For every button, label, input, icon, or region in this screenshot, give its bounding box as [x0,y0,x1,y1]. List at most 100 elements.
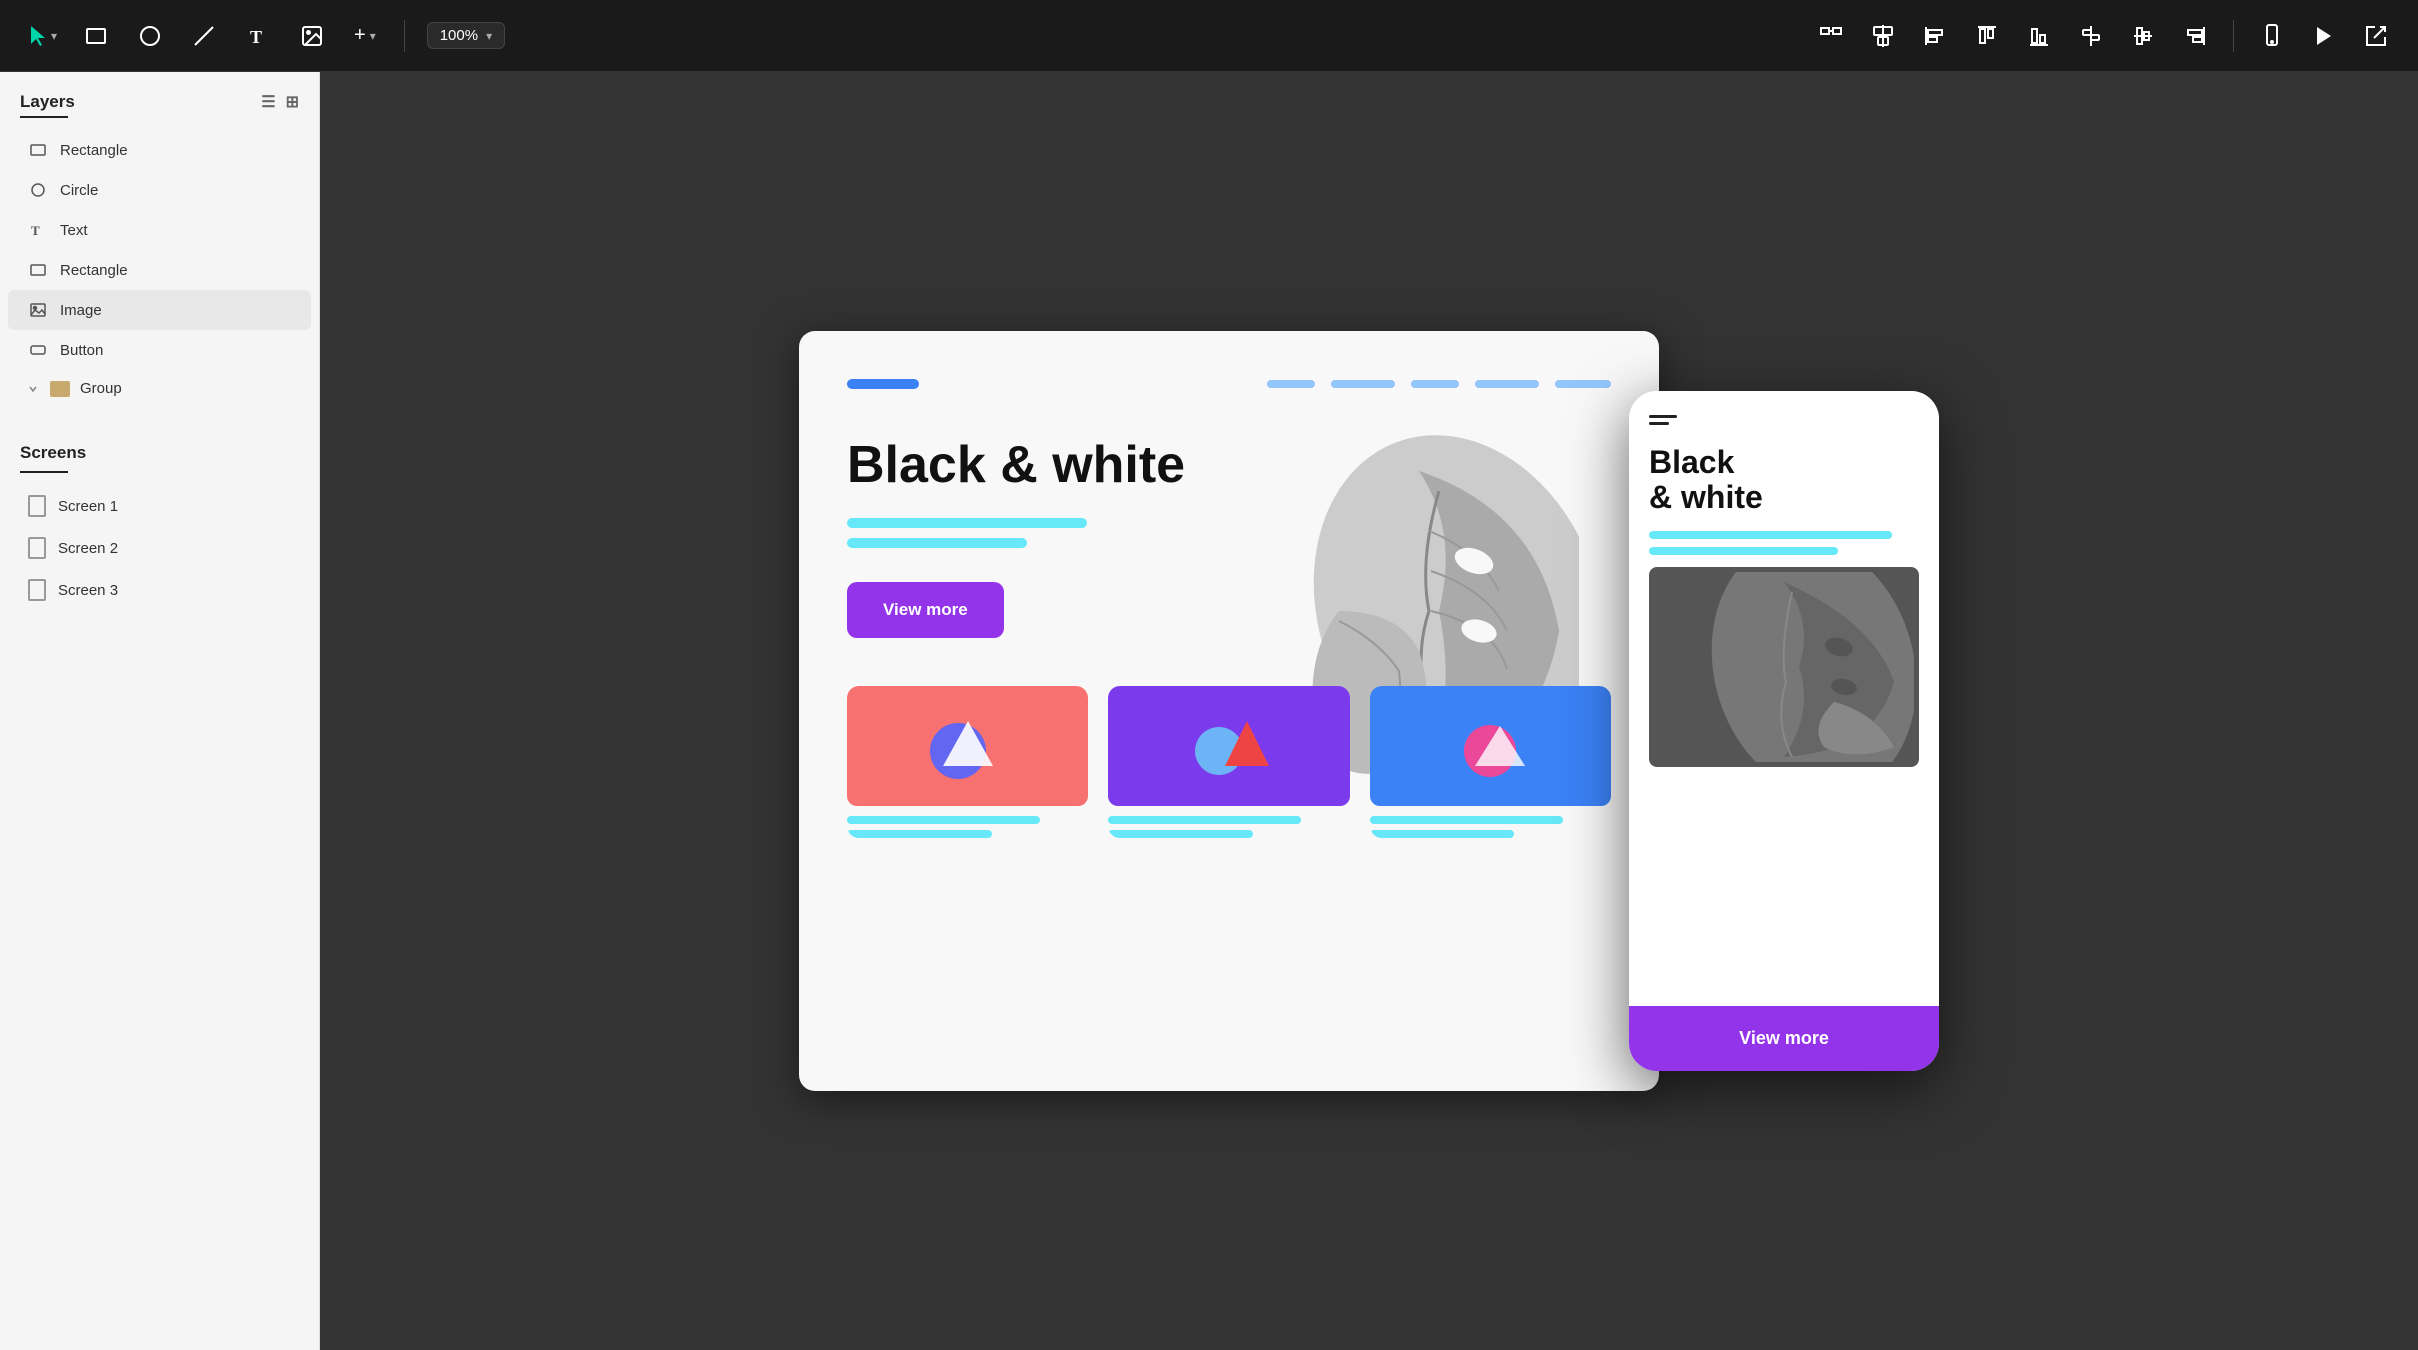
screen-1-icon [28,495,46,517]
align-top-tool[interactable] [1969,18,2005,54]
toolbar-divider-2 [2233,20,2234,52]
line-tool[interactable] [186,18,222,54]
toolbar-divider-1 [404,20,405,52]
align-left-tool[interactable] [1917,18,1953,54]
button-layer-icon [28,340,48,360]
nav-links [1267,380,1611,388]
canvas-inner: Black & white View more [799,331,1939,1091]
card-2 [1108,686,1349,838]
hero-title: Black & white [847,437,1611,494]
mobile-preview: Black & white [1629,391,1939,1071]
layer-item-text-label: Text [60,222,88,239]
align-center-v-tool[interactable] [2125,18,2161,54]
screens-underline [20,471,68,473]
layer-item-image[interactable]: Image [8,290,311,330]
card-3-bar-1 [1370,816,1563,824]
card-3-image [1370,686,1611,806]
design-nav [847,379,1611,389]
mobile-footer-button[interactable]: View more [1629,1006,1939,1071]
svg-text:T: T [31,223,40,238]
toolbar: ▾ T + ▾ 100% ▾ [0,0,2418,72]
mobile-leaf-image [1649,567,1919,767]
align-bottom-tool[interactable] [2021,18,2057,54]
add-tool[interactable]: + ▾ [348,18,382,54]
screen-item-3[interactable]: Screen 3 [8,569,311,611]
text-tool[interactable]: T [240,18,276,54]
mobile-text-bar-1 [1649,531,1892,539]
layer-item-text[interactable]: T Text [8,210,311,250]
zoom-dropdown-icon: ▾ [486,29,492,43]
nav-logo [847,379,919,389]
rectangle-tool[interactable] [78,18,114,54]
align-center-h-tool[interactable] [1865,18,1901,54]
screen-2-label: Screen 2 [58,540,118,557]
layer-item-circle-label: Circle [60,182,98,199]
zoom-value: 100% [440,27,478,44]
main-area: Layers ☰ ⊞ Rectangle Circle [0,72,2418,1350]
layer-item-button[interactable]: Button [8,330,311,370]
circle-tool[interactable] [132,18,168,54]
group-chevron-icon [28,383,40,395]
layer-item-button-label: Button [60,342,103,359]
layers-grid-icon[interactable]: ⊞ [286,92,299,112]
mobile-view-more-label: View more [1739,1028,1829,1048]
view-more-button[interactable]: View more [847,582,1004,638]
card-1-bar-1 [847,816,1040,824]
play-button[interactable] [2306,18,2342,54]
sidebar: Layers ☰ ⊞ Rectangle Circle [0,72,320,1350]
rectangle-layer-icon [28,140,48,160]
align-right-tool[interactable] [2177,18,2213,54]
layers-underline [20,116,68,118]
group-folder-icon [50,381,70,397]
hamburger-line-2 [1649,422,1669,425]
layer-item-rectangle-1-label: Rectangle [60,142,128,159]
align-distribute-tool[interactable] [1813,18,1849,54]
layer-item-rectangle-2[interactable]: Rectangle [8,250,311,290]
mobile-hamburger-menu[interactable] [1649,415,1919,425]
nav-link-3 [1411,380,1459,388]
screens-title: Screens [20,443,86,463]
screen-item-2[interactable]: Screen 2 [8,527,311,569]
screen-2-icon [28,537,46,559]
mobile-title-line1: Black [1649,444,1734,480]
layers-section-title: Layers ☰ ⊞ [0,92,319,116]
mobile-preview-tool[interactable] [2254,18,2290,54]
share-button[interactable] [2358,18,2394,54]
card-1-bar-2 [847,830,992,838]
card-3 [1370,686,1611,838]
layer-item-group[interactable]: Group [8,370,311,407]
layer-item-group-label: Group [80,380,122,397]
circle-layer-icon [28,180,48,200]
rectangle-layer-icon-2 [28,260,48,280]
layer-item-rectangle-2-label: Rectangle [60,262,128,279]
card-3-bar-2 [1370,830,1515,838]
card-1-image [847,686,1088,806]
hero-text-bar-1 [847,518,1087,528]
design-board-content: Black & white View more [847,379,1611,838]
layers-list-icon[interactable]: ☰ [261,92,275,112]
mobile-text-bar-2 [1649,547,1838,555]
image-layer-icon [28,300,48,320]
align-distribute-v-tool[interactable] [2073,18,2109,54]
cards-row [847,686,1611,838]
image-tool[interactable] [294,18,330,54]
screen-3-icon [28,579,46,601]
layer-item-image-label: Image [60,302,102,319]
layer-item-rectangle-1[interactable]: Rectangle [8,130,311,170]
card-2-bar-2 [1108,830,1253,838]
mobile-title: Black & white [1649,445,1919,515]
mobile-content: Black & white [1629,391,1939,1006]
select-tool[interactable]: ▾ [24,18,60,54]
alignment-tools [1813,18,2394,54]
design-board[interactable]: Black & white View more [799,331,1659,1091]
card-1 [847,686,1088,838]
screens-section-title: Screens [0,443,319,467]
zoom-control[interactable]: 100% ▾ [427,22,505,49]
hero-text-bar-2 [847,538,1027,548]
nav-link-4 [1475,380,1539,388]
screen-3-label: Screen 3 [58,582,118,599]
layer-item-circle[interactable]: Circle [8,170,311,210]
screen-item-1[interactable]: Screen 1 [8,485,311,527]
canvas-area: Black & white View more [320,72,2418,1350]
nav-link-1 [1267,380,1315,388]
